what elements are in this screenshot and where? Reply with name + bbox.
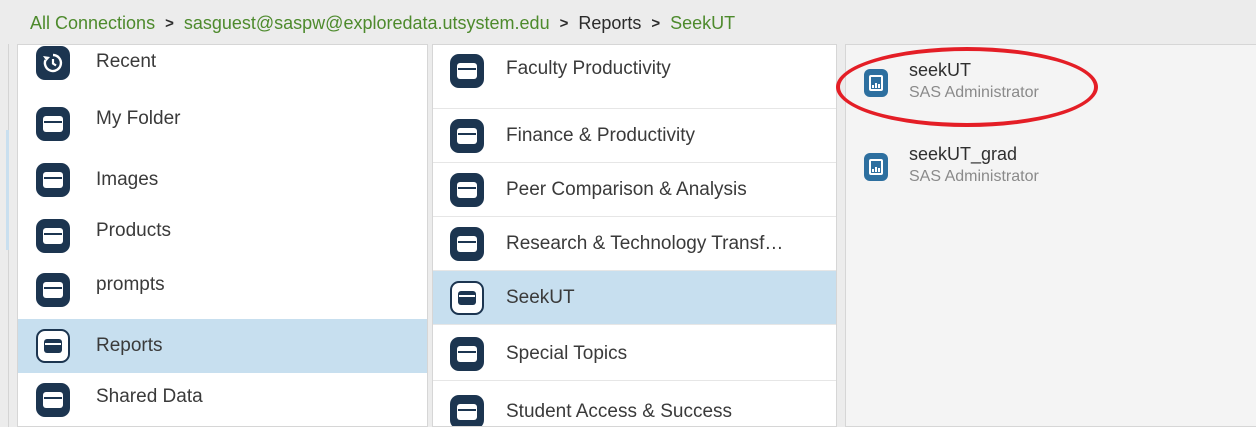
folder-icon: [36, 107, 70, 141]
folder-icon: [36, 383, 70, 417]
breadcrumb-seekut[interactable]: SeekUT: [670, 13, 735, 34]
folder-label: Shared Data: [96, 386, 203, 407]
folder-label: Products: [96, 220, 171, 241]
chevron-right-icon: >: [651, 14, 661, 32]
subfolder-label: Faculty Productivity: [506, 57, 671, 79]
breadcrumb-connection[interactable]: sasguest@saspw@exploredata.utsystem.edu: [184, 13, 550, 34]
report-owner: SAS Administrator: [909, 168, 1039, 185]
subfolder-label: Research & Technology Transf…: [506, 232, 784, 254]
report-name: seekUT_grad: [909, 144, 1018, 164]
folder-icon: [450, 395, 484, 426]
subfolder-label: Student Access & Success: [506, 401, 733, 422]
folder-item-recent[interactable]: Recent: [18, 45, 427, 89]
subfolder-label: SeekUT: [506, 286, 575, 308]
folder-icon: [36, 163, 70, 197]
folder-open-icon: [36, 329, 70, 363]
subfolder-item-selected[interactable]: SeekUT: [433, 271, 836, 325]
folder-open-icon: [450, 280, 484, 315]
folder-label: Recent: [96, 51, 157, 72]
report-icon: [864, 69, 888, 97]
subfolder-item[interactable]: Peer Comparison & Analysis: [433, 163, 836, 217]
folder-item-reports[interactable]: Reports: [18, 319, 427, 373]
folder-label: My Folder: [96, 108, 181, 129]
folders-pane[interactable]: Recent My Folder Images Products prompts…: [17, 44, 428, 427]
subfolder-item[interactable]: Research & Technology Transf…: [433, 217, 836, 271]
folder-item-my-folder[interactable]: My Folder: [18, 97, 427, 151]
folder-icon: [36, 219, 70, 253]
report-name: seekUT: [909, 60, 972, 80]
report-text: seekUT SAS Administrator: [909, 59, 1039, 104]
recent-history-icon: [36, 46, 70, 80]
report-text: seekUT_grad SAS Administrator: [909, 143, 1039, 188]
subfolder-item[interactable]: Faculty Productivity: [433, 45, 836, 109]
chevron-right-icon: >: [559, 14, 569, 32]
subfolder-item[interactable]: Special Topics: [433, 327, 836, 381]
report-icon: [864, 153, 888, 181]
folder-icon: [450, 336, 484, 371]
folder-icon: [450, 172, 484, 207]
folder-label: Reports: [96, 335, 163, 356]
collapsed-selection-marker: [6, 130, 9, 250]
folder-icon: [36, 273, 70, 307]
report-item-seekut-grad[interactable]: seekUT_grad SAS Administrator: [864, 143, 1039, 188]
report-owner: SAS Administrator: [909, 84, 1039, 101]
report-item-seekut[interactable]: seekUT SAS Administrator: [864, 59, 1039, 104]
folder-icon: [450, 118, 484, 153]
folder-label: Images: [96, 169, 159, 190]
folder-icon: [450, 53, 484, 88]
reports-pane[interactable]: seekUT SAS Administrator seekUT_grad SAS…: [845, 44, 1256, 427]
chevron-right-icon: >: [165, 14, 174, 32]
subfolder-label: Special Topics: [506, 342, 628, 364]
folder-item-prompts[interactable]: prompts: [18, 263, 427, 317]
folder-item-images[interactable]: Images: [18, 153, 427, 207]
subfolders-pane[interactable]: Faculty Productivity Finance & Productiv…: [432, 44, 837, 427]
folder-label: prompts: [96, 274, 165, 295]
subfolder-item[interactable]: Student Access & Success: [433, 381, 836, 426]
folder-item-shared-data[interactable]: Shared Data: [18, 373, 427, 426]
breadcrumb-all-connections[interactable]: All Connections: [30, 13, 155, 34]
folder-icon: [450, 226, 484, 261]
breadcrumb-reports[interactable]: Reports: [578, 13, 641, 34]
subfolder-label: Peer Comparison & Analysis: [506, 178, 747, 200]
subfolder-item[interactable]: Finance & Productivity: [433, 109, 836, 163]
subfolder-label: Finance & Productivity: [506, 124, 696, 146]
collapsed-pane-edge: [0, 44, 9, 427]
folder-item-products[interactable]: Products: [18, 209, 427, 263]
breadcrumb: All Connections > sasguest@saspw@explore…: [30, 10, 735, 36]
